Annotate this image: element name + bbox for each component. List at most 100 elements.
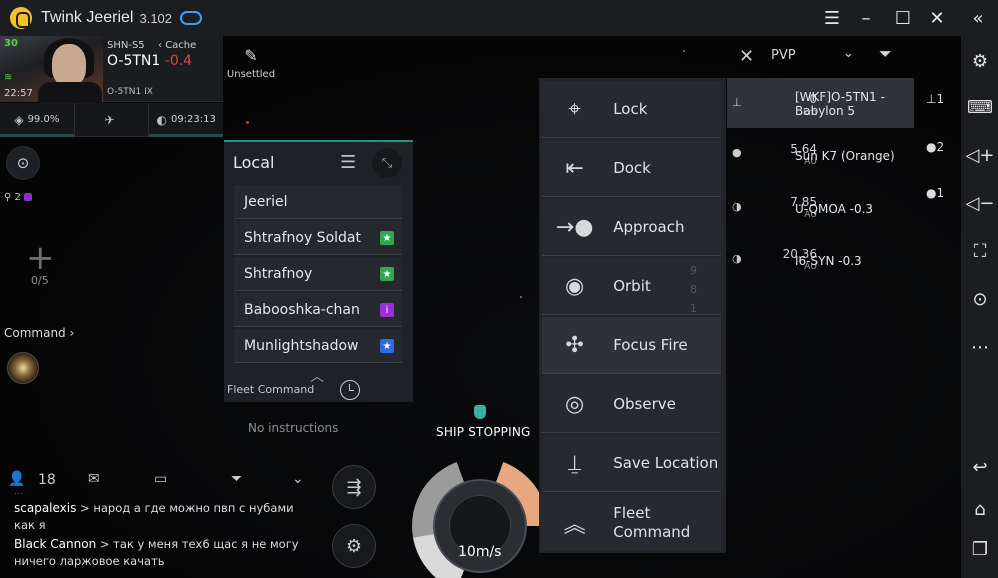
chevron-down-icon[interactable]: ⌄ xyxy=(843,46,854,61)
volume-down-icon[interactable]: ◁− xyxy=(966,190,995,216)
recents-icon[interactable]: ❐ xyxy=(967,536,993,562)
planet-stat[interactable]: ◐ 09:23:13 xyxy=(149,103,224,137)
settings-button[interactable]: ⚙ xyxy=(332,524,376,568)
clock-icon[interactable] xyxy=(340,380,360,400)
overview-row[interactable]: ● 5.64 AU Sun K7 (Orange) xyxy=(727,133,914,183)
keyboard-icon[interactable]: ⌨ xyxy=(967,94,993,120)
menu-label: Approach xyxy=(613,217,685,236)
more-icon[interactable]: ⋯ xyxy=(967,334,993,360)
plus-icon: + xyxy=(26,238,55,278)
emulator-sidebar: ⚙ ⌨ ◁+ ◁− ⛶ ⊙ ⋯ ↩ ⌂ ❐ xyxy=(961,36,998,578)
close-button[interactable]: ✕ xyxy=(920,0,954,36)
row-name: I6-SYN -0.3 xyxy=(795,254,862,268)
fleet-indicator[interactable]: ⚲ 2 xyxy=(4,192,33,203)
focus-fire-icon: ✣ xyxy=(565,332,584,358)
menu-lines-icon[interactable]: ☰ xyxy=(340,152,356,173)
member-row[interactable]: Munlightshadow ★ xyxy=(234,329,402,363)
overview-filter-label[interactable]: PVP xyxy=(771,48,796,63)
menu-fleet-command[interactable]: ︽ Fleet Command xyxy=(542,494,721,551)
menu-observe[interactable]: ◎ Observe xyxy=(542,376,721,433)
gear-icon: ⚙ xyxy=(345,535,363,557)
back-icon[interactable]: ↩ xyxy=(967,454,993,480)
record-icon[interactable]: ⊙ xyxy=(967,286,993,312)
star xyxy=(246,121,249,124)
pilot-card[interactable]: 30 ≋ 22:57 SHN-S5 ‹ Cache O-5TN1 -0.4 O-… xyxy=(0,36,223,104)
status-bar: ◈ 99.0% ✈ ◐ 09:23:13 xyxy=(0,103,224,137)
screenshot-icon[interactable]: ⛶ xyxy=(967,238,993,264)
ship-stat[interactable]: ✈ xyxy=(75,103,150,136)
stargate-icon: ◑ xyxy=(732,252,742,265)
add-slot-button[interactable]: + xyxy=(26,241,55,275)
menu-focus-fire[interactable]: ✣ Focus Fire xyxy=(542,317,721,374)
minimize-icon: – xyxy=(861,7,871,29)
member-row[interactable]: Shtrafnoy ★ xyxy=(234,257,402,291)
row-name: [WKF]O-5TN1 - Babylon 5 xyxy=(795,90,885,118)
shrink-arrows-icon: ⤡ xyxy=(381,155,393,171)
signal-icon: ≋ xyxy=(4,72,13,83)
command-button[interactable] xyxy=(7,352,39,384)
cargo-stat[interactable]: ◈ 99.0% xyxy=(0,103,75,137)
member-row[interactable]: Babooshka-chan i xyxy=(234,293,402,327)
minimize-panel-button[interactable]: ⤡ xyxy=(372,148,402,178)
chat-sender[interactable]: scapalexis xyxy=(14,501,76,515)
fleet-count: 2 xyxy=(14,192,21,203)
maximize-button[interactable]: ☐ xyxy=(886,0,920,36)
slot-count: 0/5 xyxy=(31,274,49,287)
game-viewport[interactable]: 30 ≋ 22:57 SHN-S5 ‹ Cache O-5TN1 -0.4 O-… xyxy=(0,36,961,578)
members-icon[interactable]: 👤 xyxy=(8,471,25,487)
info-badge-icon: i xyxy=(380,303,394,317)
local-channel-panel: Local ☰ ⤡ Jeeriel Shtrafnoy Soldat ★ Sht… xyxy=(224,140,413,402)
chat-sender[interactable]: Black Cannon xyxy=(14,537,96,551)
home-icon[interactable]: ⌂ xyxy=(967,496,993,522)
type-stack-station[interactable]: ⊥1 xyxy=(926,92,944,106)
emulator-titlebar: Twink Jeeriel 3.102 ☰ – ☐ ✕ « xyxy=(0,0,998,36)
warp-icon: ⇶ xyxy=(346,476,362,498)
chat-bubble-icon[interactable]: ▭ xyxy=(154,471,167,487)
menu-dock[interactable]: ⇤ Dock xyxy=(542,140,721,197)
volume-up-icon[interactable]: ◁+ xyxy=(966,142,995,168)
map-button[interactable]: ⊙ xyxy=(6,146,40,180)
unsettled-status[interactable]: ✎ Unsettled xyxy=(226,46,276,80)
warp-button[interactable]: ⇶ xyxy=(332,465,376,509)
member-row[interactable]: Shtrafnoy Soldat ★ xyxy=(234,221,402,255)
chat-faded-line: ... xyxy=(14,486,24,497)
no-instructions-text: No instructions xyxy=(248,421,339,435)
gamepad-icon[interactable] xyxy=(180,11,203,25)
overview-row[interactable]: ◑ 7.85 AU U-QMOA -0.3 xyxy=(727,185,914,235)
command-link[interactable]: Command › xyxy=(4,326,74,340)
ship-status-text: SHIP STOPPING xyxy=(436,425,531,439)
star xyxy=(683,50,685,52)
chat-messages[interactable]: scapalexis > народ а где можно пвп с нуб… xyxy=(14,500,314,570)
overview-row[interactable]: ⊥ 0 km [WKF]O-5TN1 - Babylon 5 xyxy=(727,78,914,128)
collapse-sidebar-button[interactable]: « xyxy=(961,0,995,36)
station-icon: ⊥ xyxy=(926,92,937,106)
stargate-icon: ● xyxy=(926,186,937,200)
menu-label: Dock xyxy=(613,158,651,177)
portrait-coat xyxy=(38,82,102,104)
menu-save-location[interactable]: ⍊ Save Location xyxy=(542,435,721,492)
type-stack-planet[interactable]: ●2 xyxy=(926,140,944,154)
chat-toolbar: 👤 18 ✉ ▭ ⏷ ⌄ xyxy=(0,463,320,497)
stargate-icon: ◑ xyxy=(732,200,742,213)
filter-icon[interactable]: ⏷ xyxy=(231,471,242,487)
filter-icon[interactable]: ⏷ xyxy=(879,44,892,64)
crossed-swords-icon[interactable]: ✕ xyxy=(739,46,754,67)
dock-icon: ⇤ xyxy=(565,155,584,181)
settings-icon[interactable]: ⚙ xyxy=(967,48,993,74)
current-system[interactable]: O-5TN1 -0.4 xyxy=(107,53,192,69)
menu-button[interactable]: ☰ xyxy=(815,0,849,36)
chevron-down-icon[interactable]: ⌄ xyxy=(292,471,304,487)
menu-label: Fleet Command xyxy=(613,503,691,541)
chevron-up-icon[interactable]: ︿ xyxy=(310,366,324,386)
location-pin-icon: ⊙ xyxy=(16,154,30,172)
member-row[interactable]: Jeeriel xyxy=(234,185,402,219)
approach-icon: →● xyxy=(555,214,594,240)
cache-link[interactable]: ‹ Cache xyxy=(158,40,196,51)
menu-lock[interactable]: ⌖ Lock xyxy=(542,81,721,138)
minimize-button[interactable]: – xyxy=(849,0,883,36)
menu-approach[interactable]: →● Approach xyxy=(542,199,721,256)
type-stack-gate[interactable]: ●1 xyxy=(926,186,944,200)
mail-icon[interactable]: ✉ xyxy=(88,471,100,487)
overview-row[interactable]: ◑ 20.36 AU I6-SYN -0.3 xyxy=(727,237,914,287)
planet-timer: 09:23:13 xyxy=(170,114,216,125)
